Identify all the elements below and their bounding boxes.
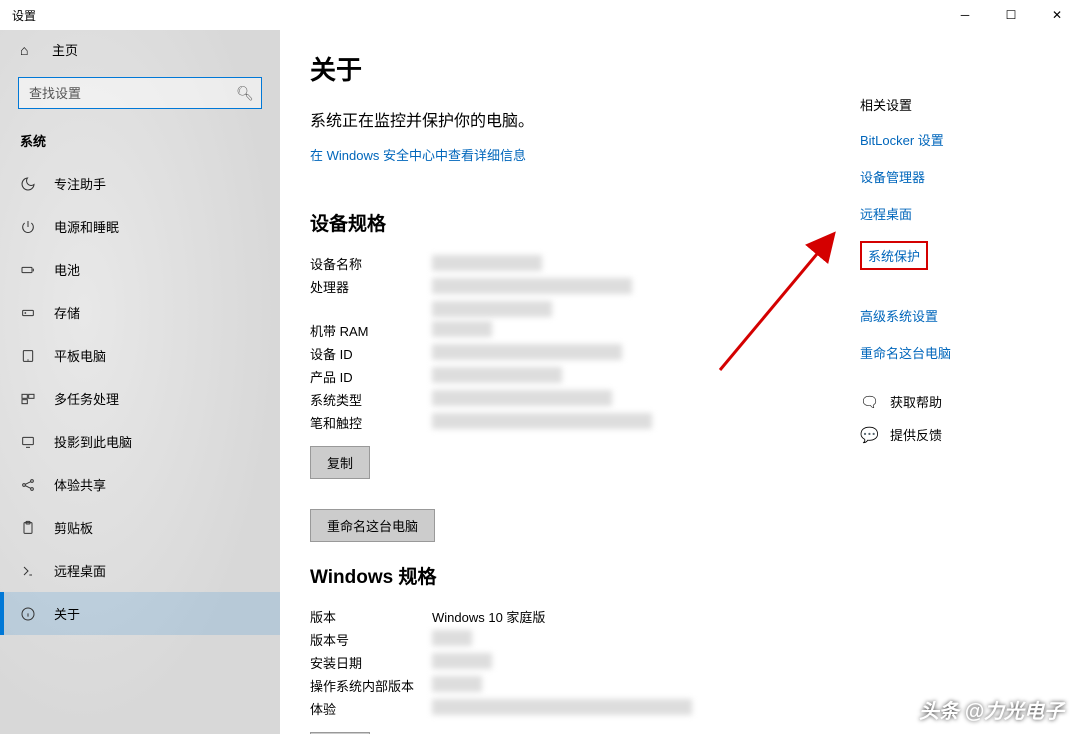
system-protection-link[interactable]: 系统保护 [860,241,928,270]
moon-icon [20,176,36,192]
search-box[interactable]: 🔍︎ [18,77,262,109]
spec-label: 机带 RAM [310,321,432,340]
spec-label: 系统类型 [310,390,432,409]
spec-label: 版本 [310,607,432,626]
redacted-value [432,653,492,669]
remote-desktop-link[interactable]: 远程桌面 [860,204,1050,223]
redacted-value [432,630,472,646]
home-link[interactable]: ⌂ 主页 [0,30,280,69]
info-icon [20,606,36,622]
nav-item-power[interactable]: 电源和睡眠 [0,205,280,248]
rename-pc-link[interactable]: 重命名这台电脑 [860,343,1050,362]
spec-label: 设备 ID [310,344,432,363]
nav-item-tablet[interactable]: 平板电脑 [0,334,280,377]
redacted-value [432,367,562,383]
project-icon [20,434,36,450]
close-button[interactable]: ✕ [1034,0,1080,30]
category-title: 系统 [0,121,280,156]
spec-label: 产品 ID [310,367,432,386]
nav-label: 平板电脑 [54,346,106,365]
clipboard-icon [20,520,36,536]
spec-label: 笔和触控 [310,413,432,432]
nav-item-storage[interactable]: 存储 [0,291,280,334]
help-icon: 🗨 [860,393,880,411]
redacted-value [432,390,612,406]
spec-label [310,300,432,317]
redacted-value [432,301,552,317]
nav-item-sharing[interactable]: 体验共享 [0,463,280,506]
spec-value: Windows 10 家庭版 [432,607,545,626]
nav-label: 远程桌面 [54,561,106,580]
storage-icon [20,305,36,321]
get-help-link[interactable]: 🗨 获取帮助 [860,392,1050,411]
remote-icon [20,563,36,579]
nav-label: 电池 [54,260,80,279]
spec-label: 安装日期 [310,653,432,672]
nav-item-focus-assist[interactable]: 专注助手 [0,162,280,205]
nav-item-projecting[interactable]: 投影到此电脑 [0,420,280,463]
related-settings-panel: 相关设置 BitLocker 设置 设备管理器 远程桌面 系统保护 高级系统设置… [860,95,1050,458]
nav-label: 体验共享 [54,475,106,494]
copy-device-spec-button[interactable]: 复制 [310,446,370,479]
redacted-value [432,413,652,429]
redacted-value [432,255,542,271]
nav-item-battery[interactable]: 电池 [0,248,280,291]
nav-label: 剪贴板 [54,518,93,537]
tablet-icon [20,348,36,364]
feedback-label: 提供反馈 [890,425,942,444]
feedback-icon: 💬 [860,426,880,444]
bitlocker-link[interactable]: BitLocker 设置 [860,130,1050,149]
nav-label: 投影到此电脑 [54,432,132,451]
related-settings-heading: 相关设置 [860,95,1050,114]
windows-spec-heading: Windows 规格 [310,562,1050,589]
redacted-value [432,676,482,692]
multitask-icon [20,391,36,407]
minimize-button[interactable]: ─ [942,0,988,30]
security-center-link[interactable]: 在 Windows 安全中心中查看详细信息 [310,145,526,164]
titlebar: 设置 [0,0,1080,30]
page-title: 关于 [310,50,1050,87]
nav-label: 多任务处理 [54,389,119,408]
nav-label: 电源和睡眠 [54,217,119,236]
nav-label: 存储 [54,303,80,322]
get-help-label: 获取帮助 [890,392,942,411]
app-title: 设置 [12,7,36,24]
redacted-value [432,321,492,337]
nav-item-about[interactable]: 关于 [0,592,280,635]
window-controls: ─ ☐ ✕ [942,0,1080,30]
spec-label: 操作系统内部版本 [310,676,432,695]
feedback-link[interactable]: 💬 提供反馈 [860,425,1050,444]
redacted-value [432,278,632,294]
search-icon: 🔍︎ [229,85,261,102]
device-manager-link[interactable]: 设备管理器 [860,167,1050,186]
share-icon [20,477,36,493]
maximize-button[interactable]: ☐ [988,0,1034,30]
search-input[interactable] [19,86,229,101]
spec-label: 体验 [310,699,432,718]
nav-item-multitask[interactable]: 多任务处理 [0,377,280,420]
power-icon [20,219,36,235]
home-icon: ⌂ [20,42,36,58]
nav-label: 关于 [54,604,80,623]
watermark: 头条 @力光电子 [919,695,1064,724]
advanced-system-link[interactable]: 高级系统设置 [860,306,1050,325]
spec-label: 设备名称 [310,254,432,273]
rename-pc-button[interactable]: 重命名这台电脑 [310,509,435,542]
nav-item-clipboard[interactable]: 剪贴板 [0,506,280,549]
nav-list: 专注助手 电源和睡眠 电池 存储 平板电脑 多任务处理 投影到此电脑 体验共享 [0,162,280,635]
sidebar: ⌂ 主页 🔍︎ 系统 专注助手 电源和睡眠 电池 存储 平板电脑 多任务处理 [0,30,280,734]
spec-label: 版本号 [310,630,432,649]
main-content: 关于 系统正在监控并保护你的电脑。 在 Windows 安全中心中查看详细信息 … [280,30,1080,734]
redacted-value [432,344,622,360]
redacted-value [432,699,692,715]
battery-icon [20,262,36,278]
nav-item-remote-desktop[interactable]: 远程桌面 [0,549,280,592]
nav-label: 专注助手 [54,174,106,193]
spec-label: 处理器 [310,277,432,296]
home-label: 主页 [52,40,78,59]
